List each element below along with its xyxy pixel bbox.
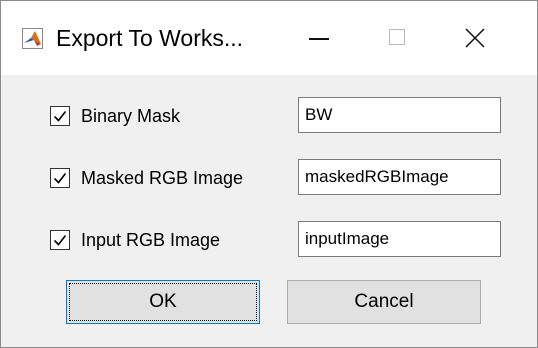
binary-mask-variable-field[interactable] [298,97,501,133]
checkmark-icon [53,235,67,246]
masked-rgb-image-label: Masked RGB Image [81,168,244,188]
input-rgb-image-checkbox[interactable] [50,230,70,250]
masked-rgb-image-variable-field[interactable] [298,159,501,195]
cancel-button-label: Cancel [354,291,414,312]
minimize-icon [309,38,329,40]
dialog-body: Binary Mask Masked RGB Image Input RGB I… [1,75,537,347]
matlab-icon [22,28,43,49]
cancel-button[interactable]: Cancel [287,280,481,324]
close-icon [465,28,485,48]
title-bar[interactable]: Export To Works... [1,1,537,75]
masked-rgb-image-checkbox[interactable] [50,168,70,188]
binary-mask-label: Binary Mask [81,106,181,126]
checkmark-icon [53,173,67,184]
binary-mask-checkbox[interactable] [50,106,70,126]
input-rgb-image-variable-field[interactable] [298,221,501,257]
checkmark-icon [53,111,67,122]
ok-button-label: OK [149,291,177,312]
ok-button[interactable]: OK [66,280,260,324]
window-title: Export To Works... [56,25,244,51]
export-dialog: Export To Works... Binary Mask BW Masked… [0,0,538,348]
close-button[interactable] [445,13,505,63]
maximize-icon [389,29,405,45]
input-rgb-image-label: Input RGB Image [81,230,221,250]
maximize-button[interactable] [367,13,427,63]
minimize-button[interactable] [289,13,349,63]
